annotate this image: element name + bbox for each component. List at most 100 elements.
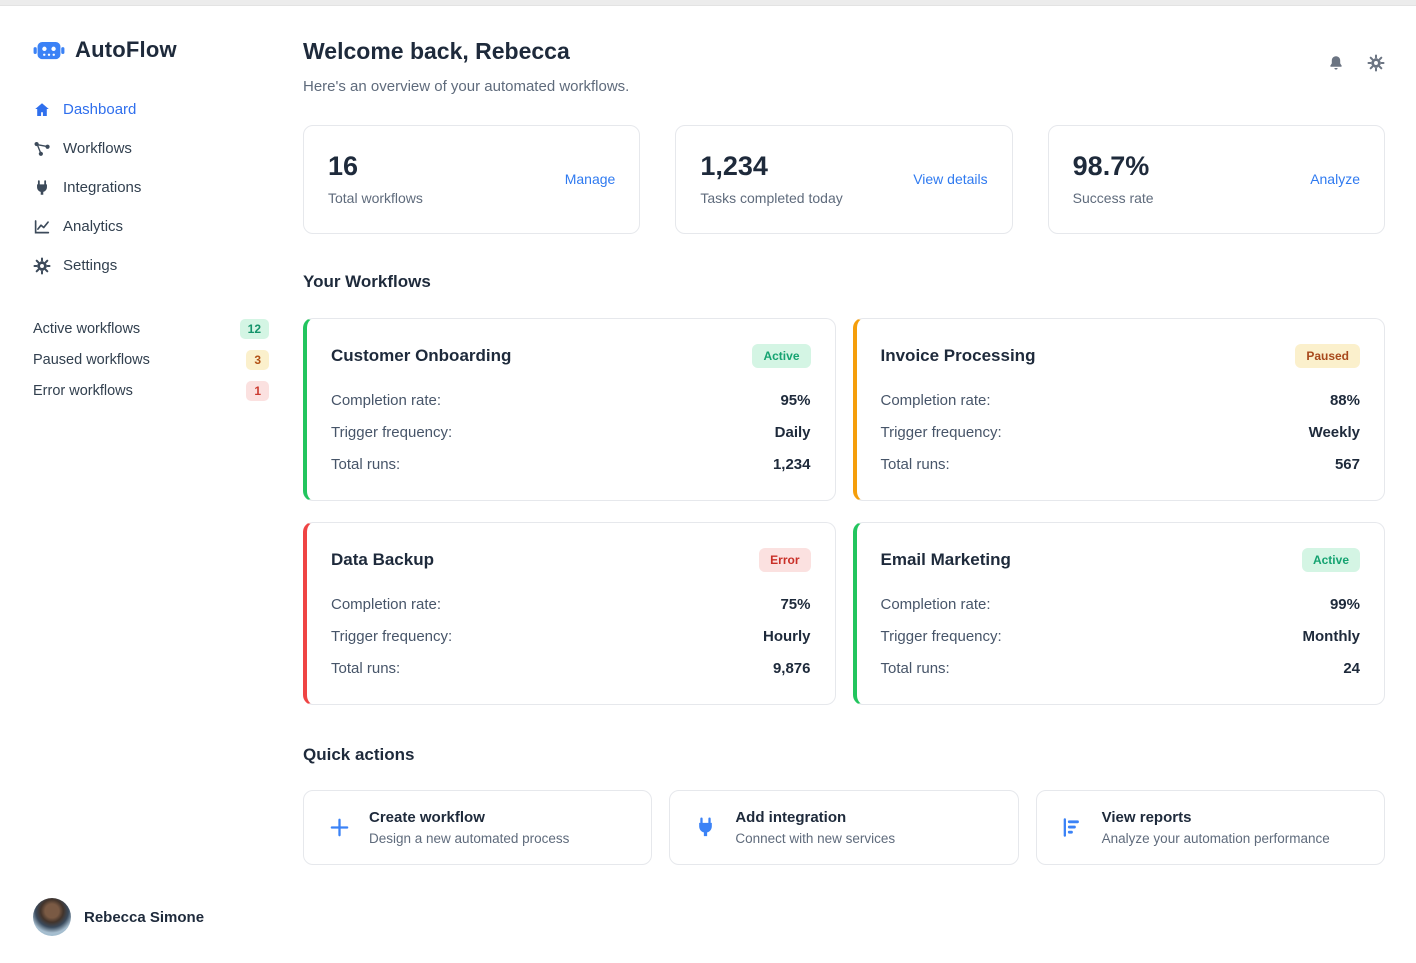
sidebar-item-analytics[interactable]: Analytics — [33, 207, 303, 246]
robot-logo-icon — [33, 36, 65, 64]
page-subtitle: Here's an overview of your automated wor… — [303, 78, 629, 95]
plug-icon — [33, 179, 51, 197]
workflow-card-customer-onboarding: Customer Onboarding Active Completion ra… — [303, 318, 836, 501]
count-label: Active workflows — [33, 321, 140, 337]
sidebar: AutoFlow Dashboard Workflows — [0, 6, 303, 962]
trigger-frequency-label: Trigger frequency: — [881, 424, 1002, 441]
workflow-title: Invoice Processing — [881, 346, 1036, 366]
gear-icon — [33, 257, 51, 275]
stat-card-tasks-completed: 1,234 Tasks completed today View details — [675, 125, 1012, 234]
autoflow-app: AutoFlow Dashboard Workflows — [0, 6, 1416, 962]
completion-rate-value: 99% — [1330, 596, 1360, 613]
sidebar-item-workflows[interactable]: Workflows — [33, 129, 303, 168]
workflow-card-data-backup: Data Backup Error Completion rate:75% Tr… — [303, 522, 836, 705]
status-badge: Paused — [1295, 344, 1360, 368]
quick-action-title: Create workflow — [369, 809, 569, 826]
completion-rate-label: Completion rate: — [881, 596, 991, 613]
workflow-title: Email Marketing — [881, 550, 1011, 570]
report-bars-icon — [1061, 816, 1084, 839]
home-icon — [33, 101, 51, 119]
count-label: Error workflows — [33, 383, 133, 399]
count-paused-workflows[interactable]: Paused workflows 3 — [33, 344, 269, 375]
sidebar-item-integrations[interactable]: Integrations — [33, 168, 303, 207]
nav-label: Dashboard — [63, 101, 136, 118]
app-logo: AutoFlow — [33, 36, 303, 64]
manage-link[interactable]: Manage — [565, 171, 616, 187]
main-content: Welcome back, Rebecca Here's an overview… — [303, 6, 1416, 962]
quick-actions-section-title: Quick actions — [303, 745, 1385, 765]
status-badge: Active — [752, 344, 810, 368]
stat-label: Success rate — [1073, 190, 1154, 206]
completion-rate-label: Completion rate: — [881, 392, 991, 409]
quick-action-description: Analyze your automation performance — [1102, 831, 1330, 846]
trigger-frequency-label: Trigger frequency: — [881, 628, 1002, 645]
header-icons — [1327, 54, 1385, 72]
count-label: Paused workflows — [33, 352, 150, 368]
workflow-card-email-marketing: Email Marketing Active Completion rate: 9… — [853, 522, 1386, 705]
nav-label: Workflows — [63, 140, 132, 157]
completion-rate-value: 95% — [780, 392, 810, 409]
trigger-frequency-value: Daily — [775, 424, 811, 441]
total-runs-label: Total runs: — [881, 456, 950, 473]
create-workflow-button[interactable]: Create workflow Design a new automated p… — [303, 790, 652, 865]
count-error-workflows[interactable]: Error workflows 1 — [33, 375, 269, 406]
sidebar-item-dashboard[interactable]: Dashboard — [33, 90, 303, 129]
workflows-section-title: Your Workflows — [303, 272, 1385, 292]
app-name: AutoFlow — [75, 37, 177, 63]
status-badge: Active — [1302, 548, 1360, 572]
total-runs-value: 567 — [1335, 456, 1360, 473]
quick-action-description: Design a new automated process — [369, 831, 569, 846]
total-runs-value: 9,876 — [773, 660, 811, 677]
stat-card-total-workflows: 16 Total workflows Manage — [303, 125, 640, 234]
view-details-link[interactable]: View details — [913, 171, 987, 187]
view-reports-button[interactable]: View reports Analyze your automation per… — [1036, 790, 1385, 865]
total-runs-value: 24 — [1343, 660, 1360, 677]
avatar — [33, 898, 71, 936]
stat-card-success-rate: 98.7% Success rate Analyze — [1048, 125, 1385, 234]
workflow-counts: Active workflows 12 Paused workflows 3 E… — [33, 313, 269, 406]
bell-icon[interactable] — [1327, 54, 1345, 72]
page-header: Welcome back, Rebecca Here's an overview… — [303, 38, 1385, 95]
total-runs-value: 1,234 — [773, 456, 811, 473]
completion-rate-label: Completion rate: — [331, 596, 441, 613]
total-runs-label: Total runs: — [881, 660, 950, 677]
plus-icon — [328, 816, 351, 839]
plug-icon — [694, 816, 717, 839]
completion-rate-value: 75% — [780, 596, 810, 613]
completion-rate-value: 88% — [1330, 392, 1360, 409]
workflow-title: Customer Onboarding — [331, 346, 511, 366]
completion-rate-label: Completion rate: — [331, 392, 441, 409]
nav-label: Integrations — [63, 179, 141, 196]
page-title: Welcome back, Rebecca — [303, 38, 629, 65]
count-badge-active: 12 — [240, 319, 269, 339]
sidebar-item-settings[interactable]: Settings — [33, 246, 303, 285]
workflows-icon — [33, 140, 51, 158]
stats-row: 16 Total workflows Manage 1,234 Tasks co… — [303, 125, 1385, 234]
total-runs-label: Total runs: — [331, 660, 400, 677]
add-integration-button[interactable]: Add integration Connect with new service… — [669, 790, 1018, 865]
sidebar-nav: Dashboard Workflows — [33, 90, 303, 285]
trigger-frequency-value: Weekly — [1309, 424, 1360, 441]
status-badge: Error — [759, 548, 810, 572]
nav-label: Analytics — [63, 218, 123, 235]
stat-value: 16 — [328, 151, 423, 182]
stat-label: Tasks completed today — [700, 190, 842, 206]
count-badge-error: 1 — [246, 381, 269, 401]
trigger-frequency-value: Monthly — [1303, 628, 1361, 645]
analytics-icon — [33, 218, 51, 236]
stat-value: 1,234 — [700, 151, 842, 182]
stat-value: 98.7% — [1073, 151, 1154, 182]
analyze-link[interactable]: Analyze — [1310, 171, 1360, 187]
count-active-workflows[interactable]: Active workflows 12 — [33, 313, 269, 344]
gear-icon[interactable] — [1367, 54, 1385, 72]
count-badge-paused: 3 — [246, 350, 269, 370]
workflow-card-invoice-processing: Invoice Processing Paused Completion rat… — [853, 318, 1386, 501]
nav-label: Settings — [63, 257, 117, 274]
quick-action-title: Add integration — [735, 809, 895, 826]
user-profile[interactable]: Rebecca Simone — [33, 898, 204, 936]
quick-action-description: Connect with new services — [735, 831, 895, 846]
workflow-title: Data Backup — [331, 550, 434, 570]
trigger-frequency-label: Trigger frequency: — [331, 424, 452, 441]
trigger-frequency-value: Hourly — [763, 628, 811, 645]
quick-actions-row: Create workflow Design a new automated p… — [303, 790, 1385, 865]
